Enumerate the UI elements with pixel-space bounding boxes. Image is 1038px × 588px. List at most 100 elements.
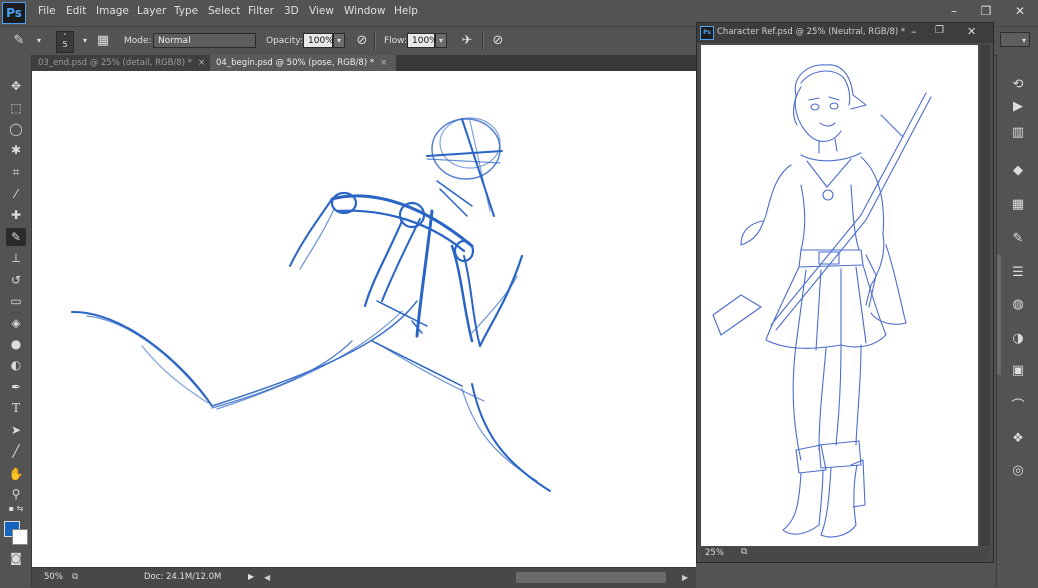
menu-layer[interactable]: Layer [137, 5, 166, 17]
reference-zoom-level[interactable]: 25% [705, 548, 724, 558]
menu-file[interactable]: File [38, 5, 56, 17]
path-select-icon[interactable]: ➤ [6, 421, 26, 439]
brush-icon[interactable]: ✎ [6, 228, 26, 246]
navigator-icon[interactable]: ▣ [1005, 361, 1031, 381]
pressure-size-icon[interactable]: ⊘ [489, 32, 507, 50]
scroll-left-icon[interactable]: ◀ [264, 573, 272, 583]
quick-mask-icon[interactable]: ◙ [6, 549, 26, 567]
brush-picker-dropdown-icon[interactable]: ▾ [76, 32, 94, 50]
background-color-swatch[interactable] [12, 529, 28, 545]
close-icon[interactable]: × [380, 58, 387, 68]
eyedropper-icon[interactable]: ⁄ [6, 185, 26, 203]
tab-04-begin[interactable]: 04_begin.psd @ 50% (pose, RGB/8) * × [210, 55, 396, 71]
tab-03-end[interactable]: 03_end.psd @ 25% (detail, RGB/8) * × [32, 55, 210, 71]
clone-stamp-icon[interactable]: ⊥ [6, 249, 26, 267]
horizontal-scrollbar-thumb[interactable] [516, 572, 666, 583]
menu-select[interactable]: Select [208, 5, 240, 17]
paint-bucket-icon[interactable]: ◈ [6, 314, 26, 332]
opacity-dropdown-icon[interactable]: ▾ [333, 33, 345, 48]
history-brush-icon[interactable]: ↺ [6, 271, 26, 289]
separator [482, 32, 484, 50]
document-canvas[interactable] [32, 71, 696, 567]
status-export-icon[interactable]: ⧉ [72, 572, 78, 582]
dodge-icon[interactable]: ◐ [6, 356, 26, 374]
ref-minimize-button[interactable]: – [911, 25, 917, 38]
menu-help[interactable]: Help [394, 5, 418, 17]
mode-label: Mode: [124, 36, 152, 46]
adjustments-icon[interactable]: ☰ [1005, 263, 1031, 283]
flow-label: Flow: [384, 36, 408, 46]
status-menu-arrow-icon[interactable]: ▶ [248, 572, 254, 581]
channels-icon[interactable]: ▦ [1005, 195, 1031, 215]
line-icon[interactable]: ╱ [6, 442, 26, 460]
brush-size-picker[interactable]: • 5 [56, 31, 74, 53]
crop-icon[interactable]: ⌗ [6, 163, 26, 181]
hand-icon[interactable]: ✋ [6, 465, 26, 483]
flow-dropdown-icon[interactable]: ▾ [435, 33, 447, 48]
menu-edit[interactable]: Edit [66, 5, 86, 17]
dock-scrollbar[interactable] [997, 255, 1001, 375]
spot-heal-icon[interactable]: ✚ [6, 206, 26, 224]
reference-canvas[interactable] [701, 45, 978, 546]
panel-dock: ⟲ ▶ ▥ ◆ ▦ ✎ ☰ ◍ ◑ ▣ ⌒ ❖ ◎ [996, 55, 1038, 587]
close-icon[interactable]: × [198, 58, 205, 68]
reference-export-icon[interactable]: ⧉ [741, 547, 747, 557]
brush-size-value: 5 [62, 40, 68, 49]
brush-preset-dropdown-icon[interactable]: ▾ [30, 32, 48, 50]
reference-window-title: Character Ref.psd @ 25% (Neutral, RGB/8)… [717, 27, 906, 37]
app-minimize-button[interactable]: – [940, 2, 968, 20]
blur-icon[interactable]: ● [6, 335, 26, 353]
brush-preset-icon[interactable]: ✎ [10, 32, 28, 50]
color-icon[interactable]: ◑ [1005, 329, 1031, 349]
reference-document-window[interactable]: Ps Character Ref.psd @ 25% (Neutral, RGB… [696, 22, 994, 563]
status-bar: 50% ⧉ Doc: 24.1M/12.0M ▶ ◀ ▶ [32, 567, 696, 588]
default-colors-icon[interactable]: ▪ ⇆ [6, 503, 26, 515]
ref-close-button[interactable]: ✕ [967, 25, 976, 38]
eraser-icon[interactable]: ▭ [6, 292, 26, 310]
opacity-field[interactable]: 100% [303, 33, 334, 48]
paths-icon[interactable]: ❖ [1005, 429, 1031, 449]
brush-panel-toggle-icon[interactable]: ▦ [94, 32, 112, 50]
type-icon[interactable]: T [6, 399, 26, 417]
swatches-icon[interactable]: ▥ [1005, 123, 1031, 143]
zoom-icon[interactable]: ⚲ [6, 485, 26, 503]
curves-icon[interactable]: ⌒ [1005, 397, 1031, 417]
app-close-button[interactable]: ✕ [1006, 2, 1034, 20]
scroll-right-icon[interactable]: ▶ [682, 573, 690, 583]
magic-wand-icon[interactable]: ✱ [6, 141, 26, 159]
menu-view[interactable]: View [309, 5, 334, 17]
mode-select[interactable]: Normal [153, 33, 256, 48]
properties-icon[interactable]: ◎ [1005, 461, 1031, 481]
pressure-opacity-icon[interactable]: ⊘ [353, 32, 371, 50]
workspace-switcher[interactable]: ▾ [1000, 32, 1030, 47]
lasso-icon[interactable]: ◯ [6, 120, 26, 138]
menu-window[interactable]: Window [344, 5, 385, 17]
brush-presets-icon[interactable]: ✎ [1005, 229, 1031, 249]
tab-label: 03_end.psd @ 25% (detail, RGB/8) * [38, 58, 192, 68]
opacity-label: Opacity: [266, 36, 303, 46]
character-reference-art [712, 64, 932, 538]
photoshop-logo: Ps [2, 2, 26, 24]
layers-icon[interactable]: ◆ [1005, 161, 1031, 181]
menu-3d[interactable]: 3D [284, 5, 299, 17]
ref-restore-button[interactable]: ❐ [935, 25, 944, 36]
reference-vertical-scrollbar[interactable] [980, 45, 990, 546]
photoshop-doc-icon: Ps [700, 26, 714, 40]
marquee-icon[interactable]: ⬚ [6, 99, 26, 117]
reference-window-titlebar[interactable]: Ps Character Ref.psd @ 25% (Neutral, RGB… [697, 23, 993, 43]
zoom-level[interactable]: 50% [44, 572, 63, 582]
history-icon[interactable]: ⟲ [1005, 75, 1031, 95]
airbrush-icon[interactable]: ✈ [458, 32, 476, 50]
tab-label: 04_begin.psd @ 50% (pose, RGB/8) * [216, 58, 375, 68]
pen-icon[interactable]: ✒ [6, 378, 26, 396]
move-icon[interactable]: ✥ [6, 77, 26, 95]
pose-sketch [71, 117, 551, 492]
reference-status-bar: 25% ⧉ [701, 547, 989, 561]
app-restore-button[interactable]: ❐ [972, 2, 1000, 20]
flow-field[interactable]: 100% [407, 33, 438, 48]
actions-icon[interactable]: ▶ [1005, 97, 1031, 117]
styles-icon[interactable]: ◍ [1005, 295, 1031, 315]
menu-filter[interactable]: Filter [248, 5, 274, 17]
menu-image[interactable]: Image [96, 5, 129, 17]
menu-type[interactable]: Type [174, 5, 198, 17]
